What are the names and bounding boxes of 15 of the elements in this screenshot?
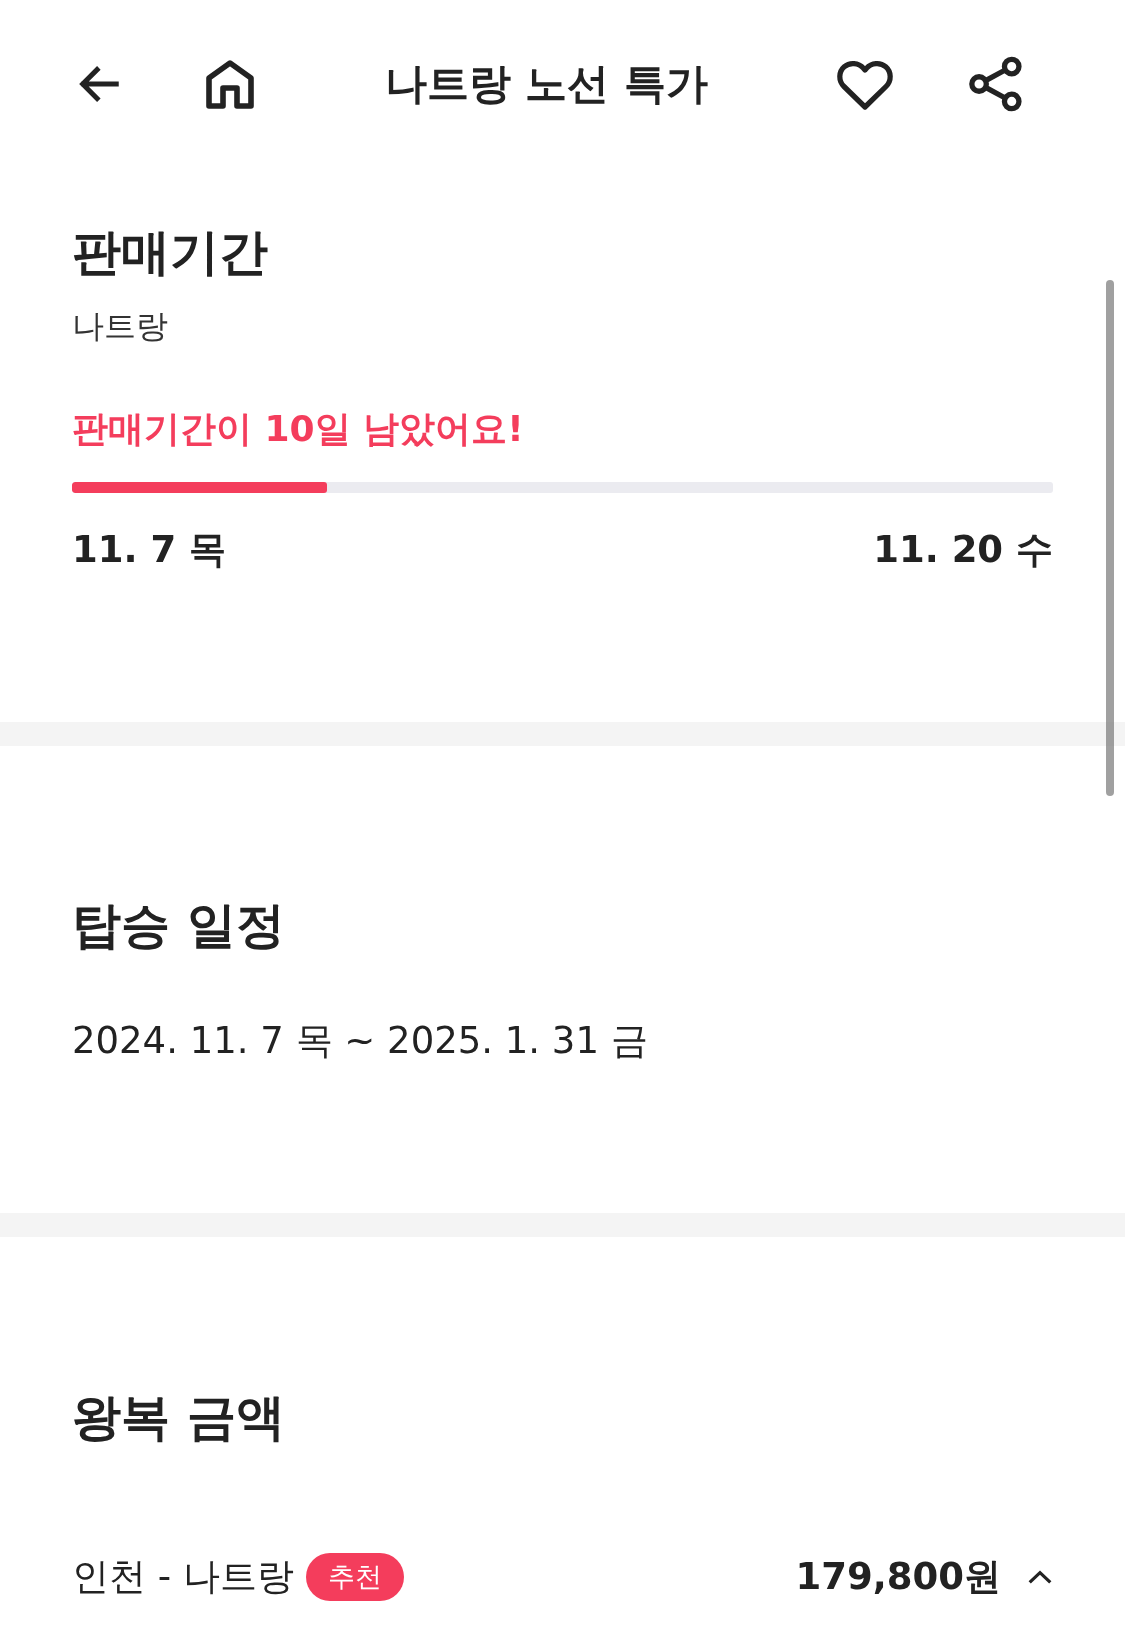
section-heading: 판매기간 (72, 223, 268, 283)
recommended-badge: 추천 (305, 1553, 404, 1601)
section-heading: 탑승 일정 (72, 896, 286, 956)
page-title: 나트랑 노선 특가 (384, 58, 709, 110)
fare-price: 179,800원 (795, 1554, 1001, 1600)
start-date: 11. 7 목 (72, 527, 227, 573)
end-date: 11. 20 수 (873, 527, 1053, 573)
scrollbar-thumb[interactable] (1106, 280, 1114, 796)
destination-label: 나트랑 (72, 306, 168, 347)
route-label: 인천 - 나트랑 (72, 1554, 294, 1600)
section-heading: 왕복 금액 (72, 1388, 286, 1448)
date-range: 2024. 11. 7 목 ~ 2025. 1. 31 금 (72, 1018, 648, 1064)
chevron-up-icon[interactable] (1027, 1569, 1053, 1585)
remaining-days-notice: 판매기간이 10일 남았어요! (72, 407, 524, 451)
share-icon[interactable] (967, 54, 1025, 114)
